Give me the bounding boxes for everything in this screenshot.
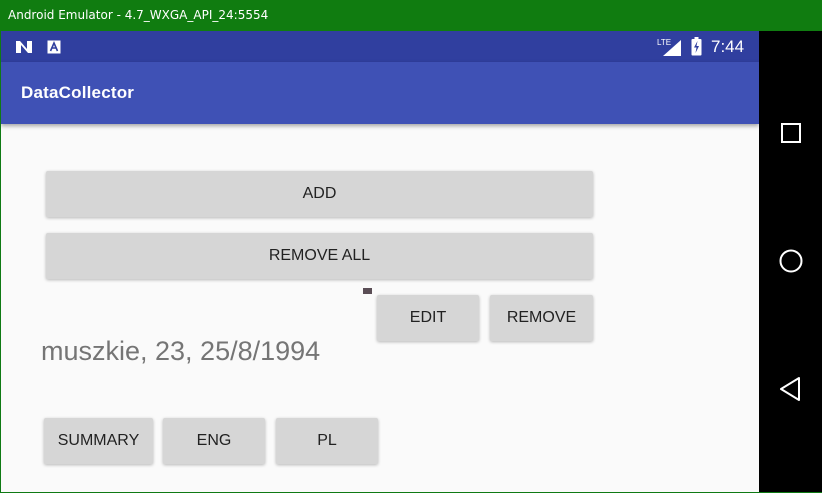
svg-text:LTE: LTE [657,38,671,47]
recents-square-icon[interactable] [759,108,822,158]
back-triangle-icon[interactable] [759,364,822,414]
edit-button[interactable]: EDIT [377,295,479,341]
home-circle-icon[interactable] [759,236,822,286]
device-screen: LTE 7:44 DataCollector ADD REMOVE ALL ED… [1,31,759,492]
status-bar: LTE 7:44 [1,31,759,62]
app-toolbar: DataCollector [1,62,759,124]
small-marker [363,288,372,294]
list-item[interactable]: muszkie, 23, 25/8/1994 [41,331,320,371]
battery-charging-icon [689,31,703,62]
pl-language-button[interactable]: PL [276,418,378,464]
status-time: 7:44 [711,37,745,56]
navigation-bar [759,31,822,492]
add-button[interactable]: ADD [46,171,593,217]
remove-all-button[interactable]: REMOVE ALL [46,233,593,279]
notification-n-icon [13,31,35,62]
remove-button[interactable]: REMOVE [490,295,593,341]
summary-button[interactable]: SUMMARY [44,418,153,464]
toolbar-title: DataCollector [21,83,135,102]
eng-language-button[interactable]: ENG [163,418,265,464]
emulator-window-title: Android Emulator - 4.7_WXGA_API_24:5554 [0,0,822,31]
notification-a-icon [44,31,64,62]
lte-signal-icon: LTE [656,31,684,62]
